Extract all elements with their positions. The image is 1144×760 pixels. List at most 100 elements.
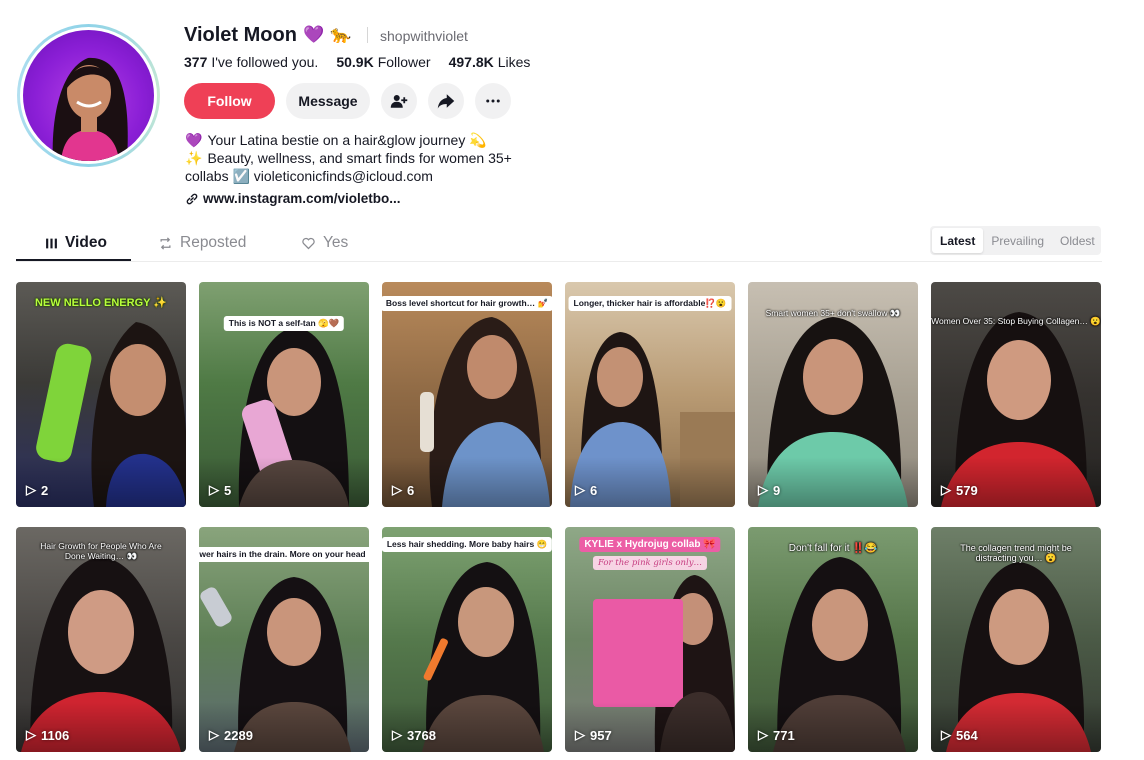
play-icon: ▷ — [26, 727, 36, 742]
share-button[interactable] — [428, 83, 464, 119]
bio-link[interactable]: www.instagram.com/violetbo... — [185, 191, 401, 206]
video-card[interactable]: Hair Growth for People Who Are Done Wait… — [16, 527, 186, 752]
video-card[interactable]: Fewer hairs in the drain. More on your h… — [199, 527, 369, 752]
add-friend-button[interactable] — [381, 83, 417, 119]
video-card[interactable]: NEW NELLO ENERGY ✨ ▷ 2 — [16, 282, 186, 507]
bio-text: Your Latina bestie on a hair&glow journe… — [207, 132, 487, 148]
tab-liked[interactable]: Yes — [301, 234, 348, 252]
bio-line: 💜 Your Latina bestie on a hair&glow journ… — [185, 131, 512, 149]
video-views: ▷ 9 — [758, 482, 780, 498]
profile-name: Violet Moon — [184, 24, 297, 46]
leopard-icon: 🐆 — [330, 25, 352, 44]
video-caption: This is NOT a self-tan 🫣🤎 — [223, 316, 345, 331]
bio-link-text: www.instagram.com/violetbo... — [203, 191, 401, 206]
profile-avatar[interactable] — [17, 24, 160, 167]
video-card[interactable]: The collagen trend might be distracting … — [931, 527, 1101, 752]
video-caption: Hair Growth for People Who Are Done Wait… — [40, 541, 162, 561]
video-caption: Smart women 35+ don't swallow 👀 — [765, 308, 901, 318]
view-count: 564 — [956, 727, 978, 743]
avatar-portrait — [52, 57, 128, 161]
play-icon: ▷ — [392, 482, 402, 497]
play-icon: ▷ — [941, 482, 951, 497]
tab-reposted-label: Reposted — [180, 234, 247, 251]
video-views: ▷ 579 — [941, 482, 978, 498]
bio-line: ✨ Beauty, wellness, and smart finds for w… — [185, 149, 512, 167]
video-views: ▷ 2 — [26, 482, 48, 498]
video-views: ▷ 771 — [758, 727, 795, 743]
tabs-divider — [16, 261, 1102, 262]
video-card[interactable]: This is NOT a self-tan 🫣🤎 ▷ 5 — [199, 282, 369, 507]
video-card[interactable]: Boss level shortcut for hair growth… 💅 ▷… — [382, 282, 552, 507]
profile-bio: 💜 Your Latina bestie on a hair&glow journ… — [185, 131, 512, 185]
video-views: ▷ 2289 — [209, 727, 253, 743]
video-caption: Boss level shortcut for hair growth… 💅 — [382, 296, 552, 311]
purple-heart-icon: 💜 — [303, 25, 325, 44]
video-card[interactable]: Don't fall for it ‼️😂 ▷ 771 — [748, 527, 918, 752]
video-card[interactable]: Smart women 35+ don't swallow 👀 ▷ 9 — [748, 282, 918, 507]
add-user-icon — [390, 95, 408, 108]
stat-following[interactable]: 377 I've followed you. — [184, 54, 318, 70]
view-count: 6 — [407, 482, 415, 498]
stat-likes-label: Likes — [497, 54, 531, 70]
more-icon — [486, 99, 500, 103]
play-icon: ▷ — [575, 482, 585, 497]
stat-likes: 497.8K Likes — [449, 54, 531, 70]
tab-liked-label: Yes — [323, 234, 349, 251]
username: shopwithviolet — [380, 28, 468, 44]
name-badges: 💜 🐆 — [303, 25, 351, 45]
play-icon: ▷ — [941, 727, 951, 742]
video-views: ▷ 957 — [575, 727, 612, 743]
video-card[interactable]: Less hair shedding. More baby hairs 😁 ▷ 3… — [382, 527, 552, 752]
purple-heart-icon: 💜 — [185, 132, 203, 148]
view-count: 5 — [224, 482, 232, 498]
view-count: 2 — [41, 482, 49, 498]
share-icon — [437, 94, 455, 109]
play-icon: ▷ — [26, 482, 36, 497]
follow-button[interactable]: Follow — [184, 83, 275, 119]
more-button[interactable] — [475, 83, 511, 119]
video-views: ▷ 3768 — [392, 727, 436, 743]
video-caption: NEW NELLO ENERGY ✨ — [34, 297, 168, 309]
stat-followers-label: Follower — [377, 54, 431, 70]
sort-oldest[interactable]: Oldest — [1052, 228, 1103, 253]
tab-reposted[interactable]: Reposted — [158, 234, 246, 252]
play-icon: ▷ — [392, 727, 402, 742]
avatar-frame — [20, 27, 157, 164]
profile-stats: 377 I've followed you. 50.9K Follower 497.… — [184, 54, 530, 70]
stat-following-value: 377 — [184, 54, 208, 70]
repost-icon — [160, 236, 171, 250]
bio-text: collabs ☑️ violeticonicfinds@icloud.com — [185, 168, 433, 184]
stat-likes-value: 497.8K — [448, 54, 494, 70]
name-divider — [367, 27, 368, 43]
video-subcaption: For the pink girls only… — [592, 556, 708, 570]
sparkles-icon: ✨ — [185, 150, 203, 166]
profile-actions: Follow Message — [184, 83, 511, 119]
message-button[interactable]: Message — [286, 83, 370, 119]
video-views: ▷ 1106 — [26, 727, 69, 743]
play-icon: ▷ — [575, 727, 585, 742]
view-count: 9 — [773, 482, 781, 498]
video-card[interactable]: KYLIE x Hydrojug collab 🎀 For the pink g… — [565, 527, 735, 752]
view-count: 6 — [590, 482, 598, 498]
video-views: ▷ 6 — [575, 482, 597, 498]
tab-video-label: Video — [65, 234, 107, 251]
tab-video[interactable]: Video — [45, 234, 107, 252]
view-count: 579 — [956, 482, 978, 498]
video-views: ▷ 5 — [209, 482, 231, 498]
video-card[interactable]: Longer, thicker hair is affordable⁉️😮 ▷ 6 — [565, 282, 735, 507]
sort-latest[interactable]: Latest — [932, 228, 984, 253]
sort-prevailing[interactable]: Prevailing — [983, 228, 1052, 253]
sort-toggle: Latest Prevailing Oldest — [930, 226, 1101, 255]
play-icon: ▷ — [758, 727, 768, 742]
link-icon — [186, 193, 198, 204]
stat-followers-value: 50.9K — [336, 54, 374, 70]
heart-icon — [302, 237, 315, 249]
video-card[interactable]: Women Over 35: Stop Buying Collagen… 😮 ▷… — [931, 282, 1101, 507]
video-caption: Don't fall for it ‼️😂 — [788, 543, 878, 554]
avatar-image — [23, 30, 154, 161]
stat-followers[interactable]: 50.9K Follower — [336, 54, 430, 70]
stat-following-label: I've followed you. — [211, 54, 319, 70]
grid-icon — [46, 238, 57, 248]
view-count: 2289 — [224, 727, 253, 743]
video-caption: Less hair shedding. More baby hairs 😁 — [382, 537, 552, 552]
